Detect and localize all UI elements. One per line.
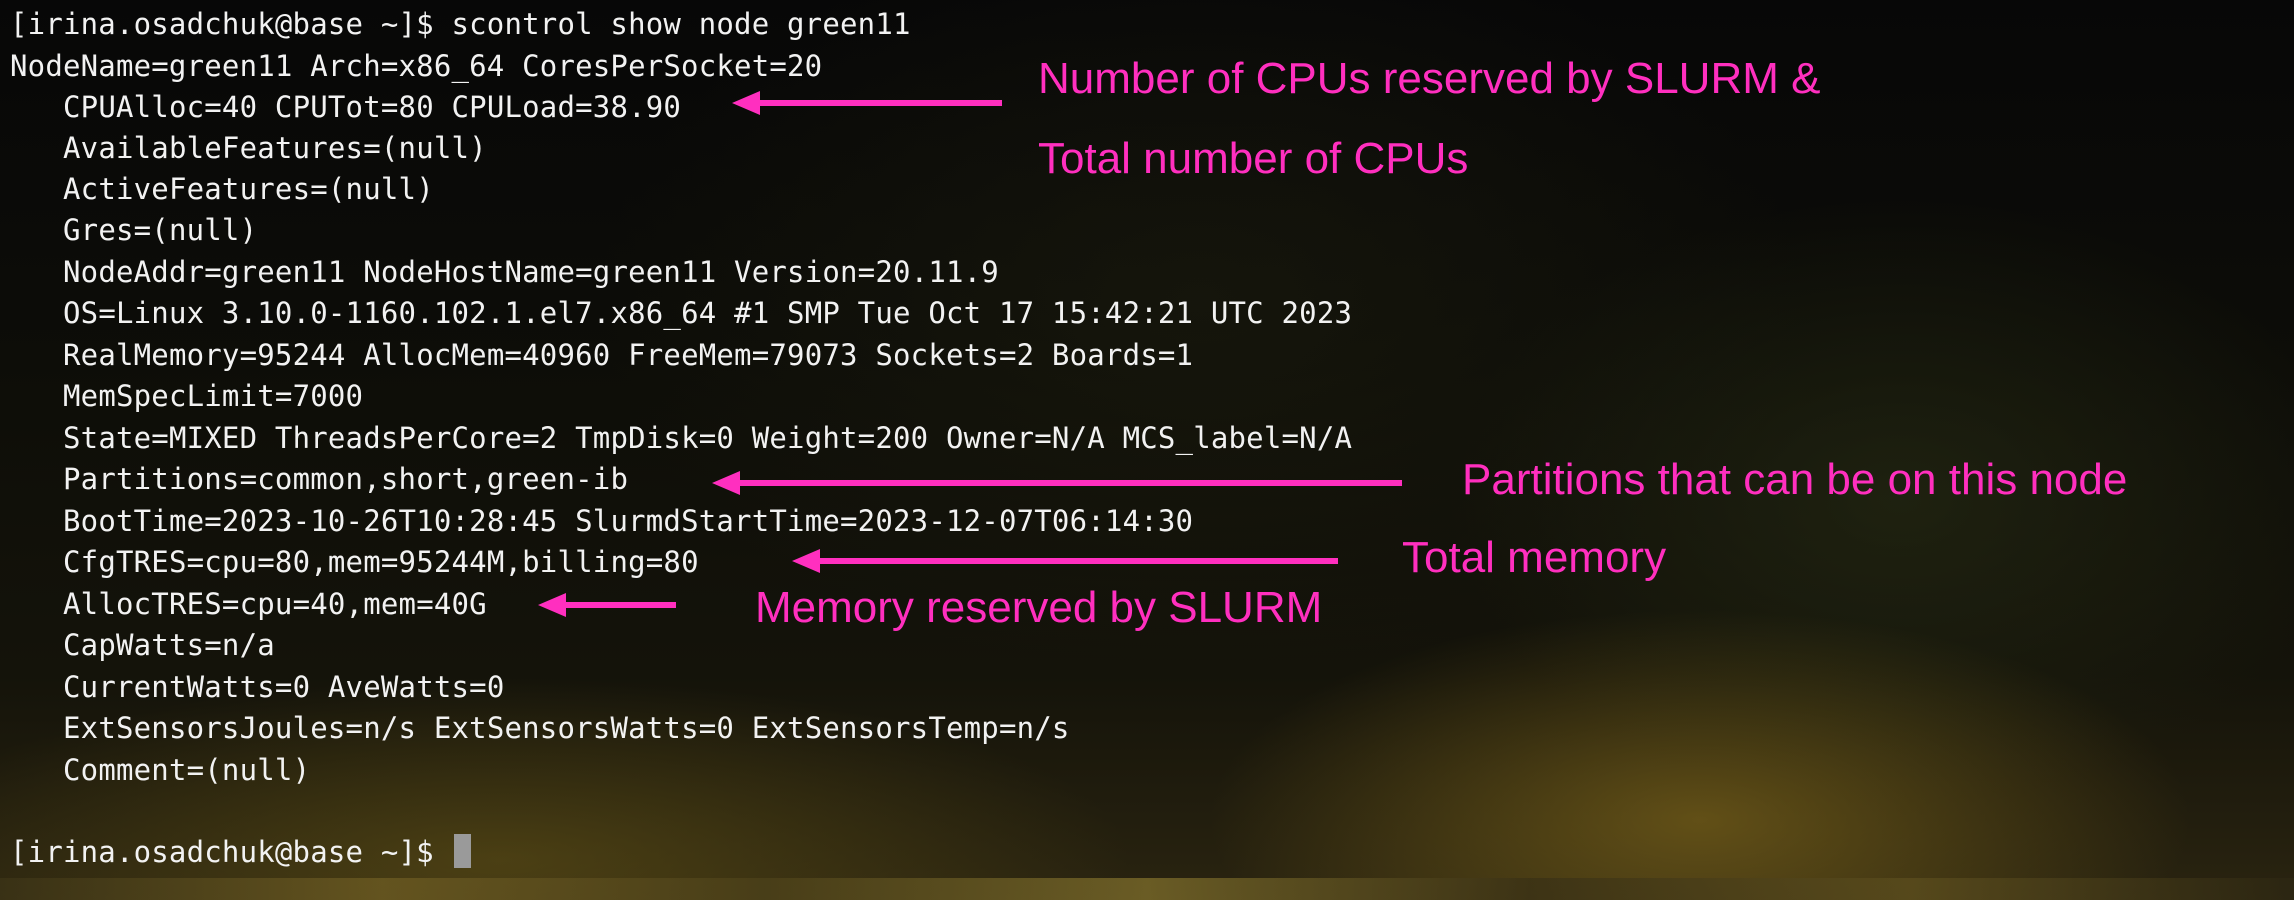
output-line-realmemory: RealMemory=95244 AllocMem=40960 FreeMem=…	[63, 338, 1194, 372]
output-line-cfgtres: CfgTRES=cpu=80,mem=95244M,billing=80	[63, 545, 699, 579]
output-line-os: OS=Linux 3.10.0-1160.102.1.el7.x86_64 #1…	[63, 296, 1353, 330]
output-line-availablefeatures: AvailableFeatures=(null)	[63, 131, 487, 165]
annotation-cpus-line2: Total number of CPUs	[1038, 134, 1469, 183]
prompt-line[interactable]: [irina.osadchuk@base ~]$	[10, 832, 471, 873]
output-line-capwatts: CapWatts=n/a	[63, 628, 275, 662]
output-line-nodeaddr: NodeAddr=green11 NodeHostName=green11 Ve…	[63, 255, 999, 289]
output-line-comment: Comment=(null)	[63, 753, 311, 787]
annotation-cpus-line1: Number of CPUs reserved by SLURM &	[1038, 54, 1821, 103]
output-line-gres: Gres=(null)	[63, 213, 258, 247]
annotation-total-memory: Total memory	[1402, 533, 1667, 582]
output-line-memspeclimit: MemSpecLimit=7000	[63, 379, 364, 413]
text-cursor	[453, 834, 471, 868]
shell-prompt: [irina.osadchuk@base ~]$	[10, 835, 452, 869]
annotation-memory-reserved: Memory reserved by SLURM	[755, 583, 1323, 632]
output-line-cpualloc: CPUAlloc=40 CPUTot=80 CPULoad=38.90	[63, 90, 682, 124]
command-line: [irina.osadchuk@base ~]$ scontrol show n…	[10, 7, 911, 41]
annotation-partitions: Partitions that can be on this node	[1462, 455, 2128, 504]
output-line-partitions: Partitions=common,short,green-ib	[63, 462, 629, 496]
output-line-state: State=MIXED ThreadsPerCore=2 TmpDisk=0 W…	[63, 421, 1353, 455]
output-line-activefeatures: ActiveFeatures=(null)	[63, 172, 434, 206]
output-line-alloctres: AllocTRES=cpu=40,mem=40G	[63, 587, 487, 621]
output-line-currentwatts: CurrentWatts=0 AveWatts=0	[63, 670, 505, 704]
output-line-nodename: NodeName=green11 Arch=x86_64 CoresPerSoc…	[10, 49, 823, 83]
output-line-boottime: BootTime=2023-10-26T10:28:45 SlurmdStart…	[63, 504, 1194, 538]
output-line-extsensors: ExtSensorsJoules=n/s ExtSensorsWatts=0 E…	[63, 711, 1070, 745]
